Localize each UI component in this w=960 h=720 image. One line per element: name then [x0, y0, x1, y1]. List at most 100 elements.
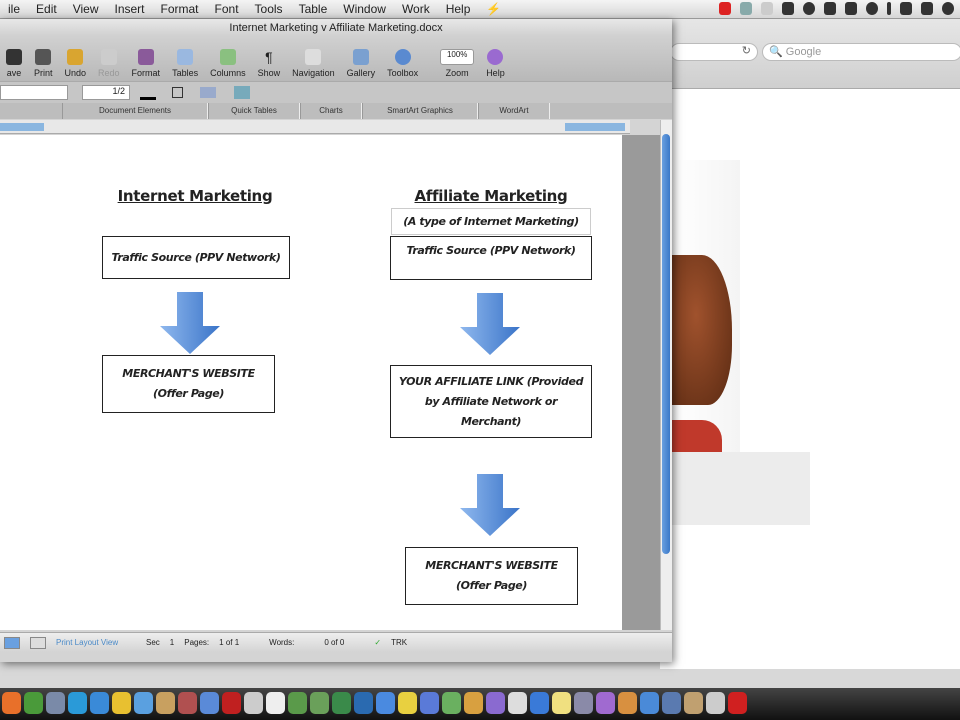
dock-app-icon[interactable]: [706, 692, 725, 714]
dock-app-icon[interactable]: [376, 692, 395, 714]
dock-app-icon[interactable]: [420, 692, 439, 714]
camera-icon[interactable]: [740, 2, 752, 15]
left-arrow-1: [160, 292, 220, 354]
menu-work[interactable]: Work: [394, 2, 438, 16]
search-input[interactable]: 🔍 Google: [762, 43, 960, 61]
scroll-thumb[interactable]: [662, 134, 670, 554]
zoom-select[interactable]: 100%: [440, 49, 475, 65]
show-button[interactable]: ¶ Show: [258, 49, 281, 78]
timemachine-icon[interactable]: [866, 2, 878, 15]
record-icon[interactable]: [719, 2, 731, 15]
ruler[interactable]: [0, 120, 630, 134]
menu-font[interactable]: Font: [207, 2, 247, 16]
print-layout-view-button[interactable]: [4, 636, 20, 649]
print-button[interactable]: Print: [34, 49, 53, 78]
tab-document-elements[interactable]: Document Elements: [62, 103, 208, 119]
lock-icon[interactable]: [782, 2, 794, 15]
dock-app-icon[interactable]: [288, 692, 307, 714]
track-changes[interactable]: TRK: [391, 638, 407, 647]
format-icon: [137, 49, 154, 65]
columns-icon: [219, 49, 236, 65]
dock-app-icon[interactable]: [46, 692, 65, 714]
dock-app-icon[interactable]: [530, 692, 549, 714]
browser-toolbar: ↻ 🔍 Google: [660, 19, 960, 89]
dock-app-icon[interactable]: [618, 692, 637, 714]
highlight-icon[interactable]: [140, 86, 156, 100]
help-button[interactable]: Help: [486, 49, 505, 78]
menu-edit[interactable]: Edit: [28, 2, 65, 16]
columns-button[interactable]: Columns: [210, 49, 246, 78]
save-button[interactable]: ave: [6, 49, 22, 78]
zoom-control[interactable]: 100% Zoom: [440, 49, 475, 78]
notebook-view-button[interactable]: [30, 636, 46, 649]
gallery-icon: [352, 49, 369, 65]
dock-app-icon[interactable]: [728, 692, 747, 714]
clock-icon[interactable]: [942, 2, 954, 15]
volume-icon[interactable]: [921, 2, 933, 15]
dock-app-icon[interactable]: [508, 692, 527, 714]
tables-button[interactable]: Tables: [172, 49, 198, 78]
dock-app-icon[interactable]: [552, 692, 571, 714]
dock-app-icon[interactable]: [398, 692, 417, 714]
reload-icon[interactable]: ↻: [742, 45, 751, 57]
tab-charts[interactable]: Charts: [300, 103, 362, 119]
dock-app-icon[interactable]: [640, 692, 659, 714]
dock-app-icon[interactable]: [464, 692, 483, 714]
redo-button[interactable]: Redo: [98, 49, 120, 78]
menu-table[interactable]: Table: [291, 2, 336, 16]
toolbox-button[interactable]: Toolbox: [387, 49, 418, 78]
dock-app-icon[interactable]: [486, 692, 505, 714]
menu-insert[interactable]: Insert: [107, 2, 153, 16]
line-spacing-select[interactable]: 1/2: [82, 85, 130, 100]
tab-quick-tables[interactable]: Quick Tables: [208, 103, 300, 119]
app-icon[interactable]: [824, 2, 836, 15]
navigation-button[interactable]: Navigation: [292, 49, 335, 78]
menu-file[interactable]: ile: [0, 2, 28, 16]
dock-app-icon[interactable]: [200, 692, 219, 714]
gallery-button[interactable]: Gallery: [347, 49, 375, 78]
dock-app-icon[interactable]: [684, 692, 703, 714]
menu-tools[interactable]: Tools: [247, 2, 291, 16]
undo-button[interactable]: Undo: [65, 49, 86, 78]
tab-smartart[interactable]: SmartArt Graphics: [362, 103, 478, 119]
dock-app-icon[interactable]: [574, 692, 593, 714]
dock-app-icon[interactable]: [244, 692, 263, 714]
pages-value: 1 of 1: [219, 638, 240, 647]
display-icon[interactable]: [845, 2, 857, 15]
dock-app-icon[interactable]: [178, 692, 197, 714]
bluetooth-icon[interactable]: [887, 2, 891, 15]
dock-app-icon[interactable]: [354, 692, 373, 714]
wifi-icon[interactable]: [900, 2, 912, 15]
menu-format[interactable]: Format: [153, 2, 207, 16]
dock-app-icon[interactable]: [596, 692, 615, 714]
dock-app-icon[interactable]: [134, 692, 153, 714]
tab-wordart[interactable]: WordArt: [478, 103, 550, 119]
chart-icon[interactable]: [234, 86, 250, 99]
dock-app-icon[interactable]: [266, 692, 285, 714]
url-field[interactable]: ↻: [670, 43, 758, 61]
dock-app-icon[interactable]: [68, 692, 87, 714]
borders-icon[interactable]: [172, 87, 183, 98]
sec-value: 1: [169, 638, 175, 647]
dock-app-icon[interactable]: [442, 692, 461, 714]
script-icon[interactable]: ⚡: [478, 2, 509, 16]
dock-app-icon[interactable]: [156, 692, 175, 714]
menu-help[interactable]: Help: [438, 2, 479, 16]
dock-app-icon[interactable]: [222, 692, 241, 714]
spellcheck-icon[interactable]: ✓: [374, 638, 381, 647]
dock-app-icon[interactable]: [2, 692, 21, 714]
dock-app-icon[interactable]: [310, 692, 329, 714]
view-label: Print Layout View: [56, 638, 119, 647]
shading-icon[interactable]: [200, 87, 216, 98]
dock-app-icon[interactable]: [90, 692, 109, 714]
dock-app-icon[interactable]: [112, 692, 131, 714]
menu-window[interactable]: Window: [335, 2, 394, 16]
sync-icon[interactable]: [803, 2, 815, 15]
dock-app-icon[interactable]: [332, 692, 351, 714]
style-select[interactable]: [0, 85, 68, 100]
check-icon[interactable]: [761, 2, 773, 15]
format-button[interactable]: Format: [132, 49, 160, 78]
dock-app-icon[interactable]: [24, 692, 43, 714]
menu-view[interactable]: View: [65, 2, 107, 16]
dock-app-icon[interactable]: [662, 692, 681, 714]
